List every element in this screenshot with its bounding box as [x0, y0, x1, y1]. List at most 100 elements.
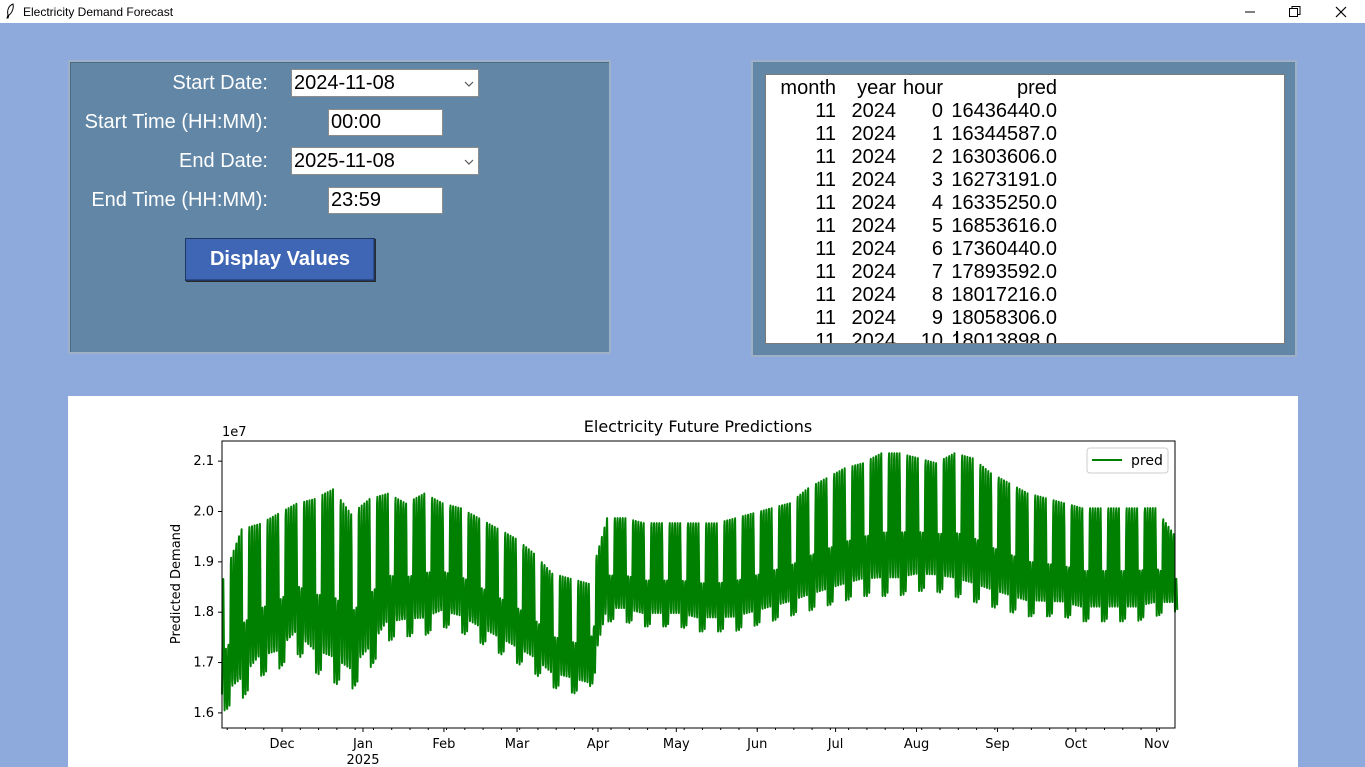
table-row: 11 2024 4 16335250.0	[766, 192, 1284, 215]
cell-year: 2024	[851, 238, 897, 260]
chart-title: Electricity Future Predictions	[584, 417, 812, 436]
start-time-input[interactable]: 00:00	[328, 109, 443, 136]
series-line-pred	[221, 452, 1179, 712]
table-row: 11 2024 10 18013898.0	[766, 330, 1284, 344]
end-time-input[interactable]: 23:59	[328, 187, 443, 214]
x-tick-label: Aug	[904, 737, 929, 752]
legend-entry-pred: pred	[1131, 453, 1163, 469]
x-tick-label: Apr	[587, 737, 610, 752]
text-cursor	[956, 331, 958, 343]
end-date-combobox[interactable]: 2025-11-08	[291, 147, 479, 175]
cell-month: 11	[815, 146, 836, 168]
cell-year: 2024	[851, 123, 897, 145]
table-row: 11 2024 9 18058306.0	[766, 307, 1284, 330]
x-tick-label: Feb	[432, 737, 455, 752]
cell-pred: 18058306.0	[951, 307, 1057, 329]
y-tick-label: 1.8	[193, 605, 214, 620]
close-button[interactable]	[1318, 0, 1364, 23]
x-tick-sublabel: 2025	[346, 753, 379, 767]
cell-hour: 5	[931, 215, 943, 237]
cell-pred: 16853616.0	[951, 215, 1057, 237]
title-bar: Electricity Demand Forecast	[0, 0, 1365, 23]
cell-year: 2024	[851, 307, 897, 329]
minimize-button[interactable]	[1227, 0, 1273, 23]
cell-year: 2024	[851, 146, 897, 168]
cell-hour: 6	[931, 238, 943, 260]
cell-month: 11	[815, 100, 836, 122]
cell-pred: 17893592.0	[951, 261, 1057, 283]
y-tick-label: 2.1	[193, 454, 214, 469]
cell-year: 2024	[851, 169, 897, 191]
table-row: 11 2024 1 16344587.0	[766, 123, 1284, 146]
cell-pred: 16335250.0	[951, 192, 1057, 214]
cell-pred: 18013898.0	[951, 330, 1057, 344]
feather-icon	[6, 3, 14, 19]
cell-hour: 4	[931, 192, 943, 214]
legend: pred	[1086, 447, 1169, 474]
y-tick-label: 1.9	[193, 555, 214, 570]
x-tick-label: Mar	[505, 737, 530, 752]
y-offset-label: 1e7	[222, 425, 247, 440]
restore-button[interactable]	[1272, 0, 1318, 23]
x-tick-label: Sep	[985, 737, 1010, 752]
cell-year: 2024	[851, 192, 897, 214]
cell-hour: 8	[931, 284, 943, 306]
cell-month: 11	[815, 307, 836, 329]
window-title: Electricity Demand Forecast	[23, 5, 174, 19]
cell-month: 11	[815, 238, 836, 260]
cell-pred: 17360440.0	[951, 238, 1057, 260]
cell-hour: 3	[931, 169, 943, 191]
chevron-down-icon	[464, 81, 474, 87]
table-row: 11 2024 8 18017216.0	[766, 284, 1284, 307]
table-row: 11 2024 6 17360440.0	[766, 238, 1284, 261]
cell-pred: 16303606.0	[951, 146, 1057, 168]
chevron-down-icon	[464, 159, 474, 165]
cell-pred: 16344587.0	[951, 123, 1057, 145]
cell-hour: 2	[931, 146, 943, 168]
chart-area: Electricity Future Predictions 1e7 Predi…	[68, 396, 1298, 767]
table-row: 11 2024 3 16273191.0	[766, 169, 1284, 192]
y-tick-label: 2.0	[193, 504, 214, 519]
x-tick-label: Nov	[1144, 737, 1170, 752]
cell-pred: 16436440.0	[951, 100, 1057, 122]
x-tick-label: Jun	[746, 737, 767, 752]
cell-month: 11	[815, 330, 836, 344]
start-date-value: 2024-11-08	[294, 72, 395, 94]
cell-pred: 18017216.0	[951, 284, 1057, 306]
date-range-panel: Start Date: 2024-11-08 Start Time (HH:MM…	[68, 60, 611, 354]
cell-year: 2024	[851, 215, 897, 237]
cell-year: 2024	[851, 261, 897, 283]
table-header: month year hour pred	[766, 77, 1284, 100]
start-date-combobox[interactable]: 2024-11-08	[291, 69, 479, 97]
x-tick-label: Jan	[352, 737, 373, 752]
cell-hour: 7	[931, 261, 943, 283]
cell-month: 11	[815, 169, 836, 191]
table-row: 11 2024 0 16436440.0	[766, 100, 1284, 123]
cell-year: 2024	[851, 284, 897, 306]
end-date-label: End Date:	[179, 150, 268, 172]
x-tick-label: May	[663, 737, 690, 752]
cell-pred: 16273191.0	[951, 169, 1057, 191]
results-textbox[interactable]: month year hour pred 11 2024 0 16436440.0 11…	[765, 74, 1285, 344]
cell-month: 11	[815, 215, 836, 237]
results-panel: month year hour pred 11 2024 0 16436440.0 11…	[751, 60, 1297, 357]
x-tick-label: Oct	[1065, 737, 1087, 752]
y-axis-label: Predicted Demand	[169, 524, 184, 644]
y-tick-label: 1.6	[193, 706, 214, 721]
end-time-label: End Time (HH:MM):	[91, 189, 268, 211]
cell-month: 11	[815, 261, 836, 283]
cell-month: 11	[815, 123, 836, 145]
demand-chart: Electricity Future Predictions 1e7 Predi…	[169, 417, 1179, 767]
table-row: 11 2024 5 16853616.0	[766, 215, 1284, 238]
end-date-value: 2025-11-08	[294, 150, 395, 172]
close-icon	[1335, 6, 1347, 17]
cell-hour: 9	[931, 307, 943, 329]
column-header-month: month	[780, 77, 836, 99]
display-values-button[interactable]: Display Values	[185, 238, 375, 281]
cell-hour: 1	[931, 123, 943, 145]
x-tick-label: Dec	[269, 737, 294, 752]
cell-year: 2024	[851, 100, 897, 122]
table-row: 11 2024 2 16303606.0	[766, 146, 1284, 169]
cell-month: 11	[815, 284, 836, 306]
minimize-icon	[1245, 11, 1255, 12]
